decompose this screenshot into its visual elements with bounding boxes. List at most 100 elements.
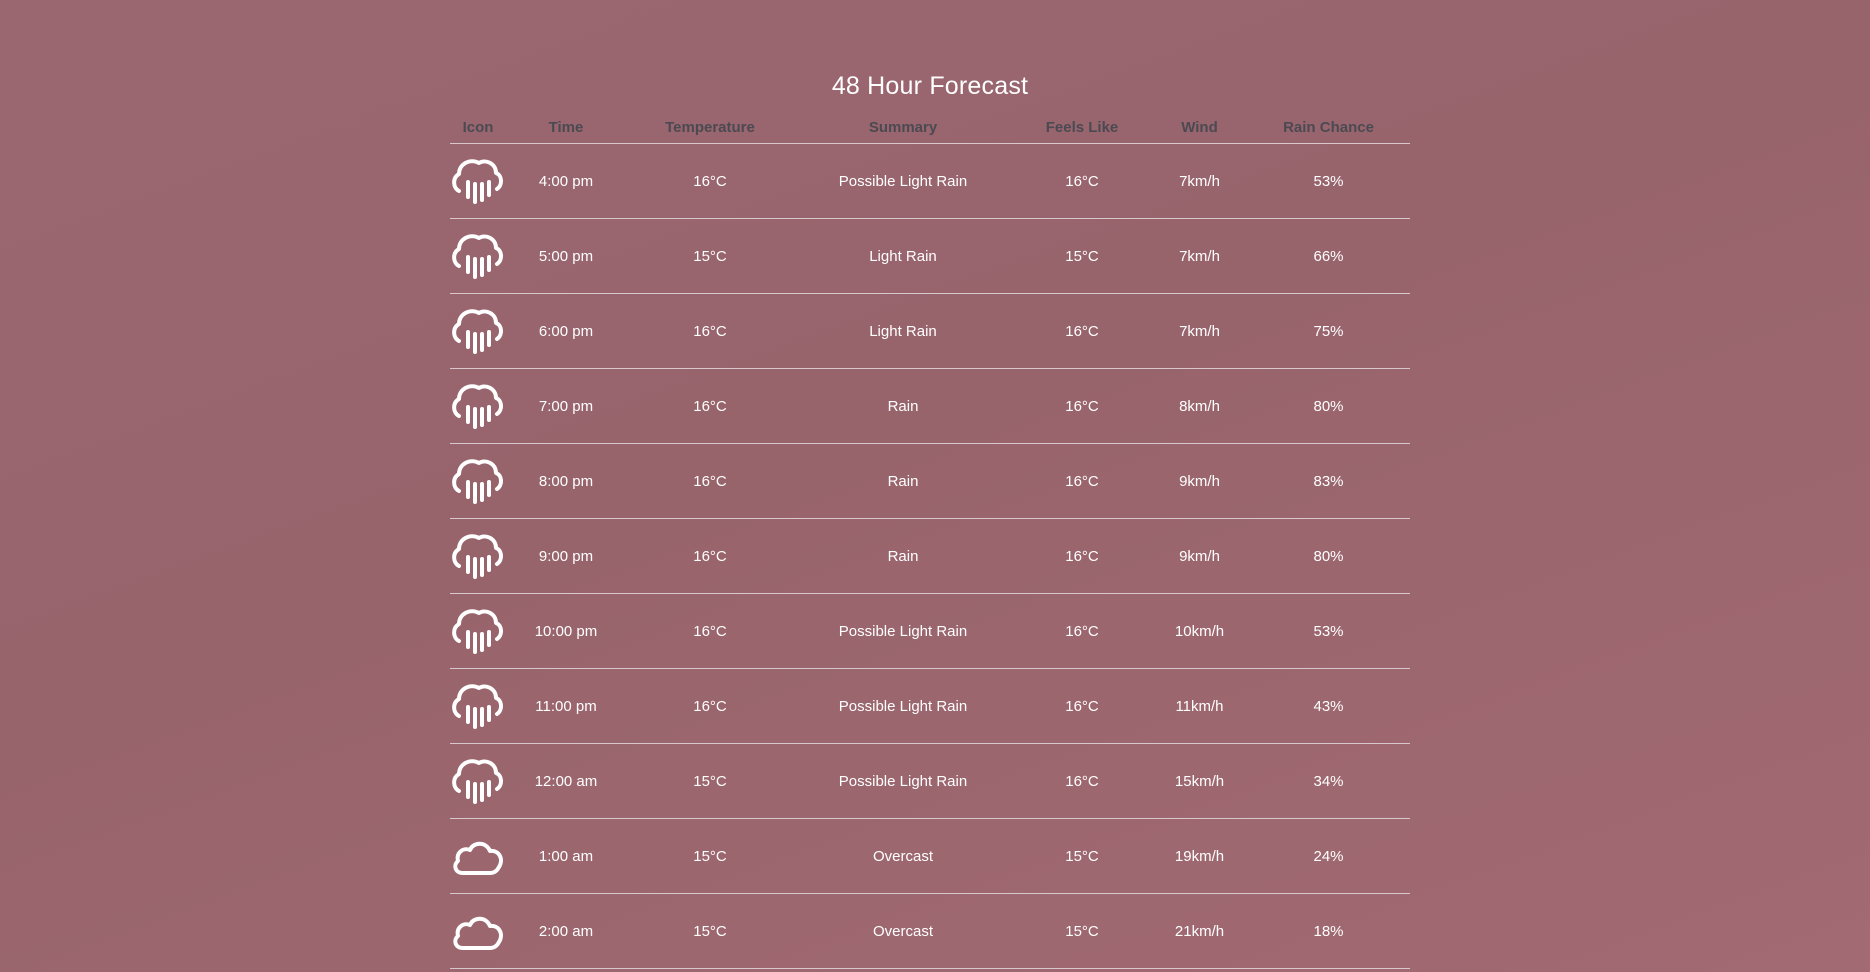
cell-wind: 19km/h: [1152, 818, 1247, 894]
cell-temperature: 16°C: [626, 593, 794, 669]
cell-summary: Overcast: [794, 818, 1012, 894]
table-row: 7:00 pm 16°C Rain 16°C 8km/h 80%: [450, 368, 1410, 444]
rain-icon: [450, 679, 506, 733]
table-row: 9:00 pm 16°C Rain 16°C 9km/h 80%: [450, 518, 1410, 594]
cell-summary: Rain: [794, 443, 1012, 519]
cell-time: 6:00 pm: [506, 293, 626, 369]
cell-rain-chance: 43%: [1247, 668, 1410, 744]
cell-wind: 9km/h: [1152, 518, 1247, 594]
cell-feels-like: 16°C: [1012, 368, 1152, 444]
table-row: 12:00 am 15°C Possible Light Rain 16°C 15km/…: [450, 743, 1410, 819]
cell-icon: [450, 668, 506, 744]
cell-feels-like: 15°C: [1012, 218, 1152, 294]
cell-icon: [450, 818, 506, 894]
column-header-time: Time: [506, 111, 626, 144]
cell-wind: 15km/h: [1152, 743, 1247, 819]
table-row: 5:00 pm 15°C Light Rain 15°C 7km/h 66%: [450, 218, 1410, 294]
cloud-icon: [450, 904, 506, 958]
table-row: 10:00 pm 16°C Possible Light Rain 16°C 10km/…: [450, 593, 1410, 669]
cell-feels-like: 16°C: [1012, 143, 1152, 219]
forecast-table: Icon Time Temperature Summary Feels Like…: [450, 111, 1410, 969]
cell-time: 2:00 am: [506, 893, 626, 969]
cell-icon: [450, 743, 506, 819]
cell-wind: 7km/h: [1152, 143, 1247, 219]
table-row: 6:00 pm 16°C Light Rain 16°C 7km/h 75%: [450, 293, 1410, 369]
cell-icon: [450, 218, 506, 294]
table-row: 11:00 pm 16°C Possible Light Rain 16°C 11km/…: [450, 668, 1410, 744]
cell-icon: [450, 893, 506, 969]
cell-icon: [450, 368, 506, 444]
table-row: 8:00 pm 16°C Rain 16°C 9km/h 83%: [450, 443, 1410, 519]
cell-summary: Possible Light Rain: [794, 593, 1012, 669]
cell-icon: [450, 143, 506, 219]
table-header-row: Icon Time Temperature Summary Feels Like…: [450, 111, 1410, 144]
cell-temperature: 16°C: [626, 143, 794, 219]
cell-temperature: 16°C: [626, 368, 794, 444]
cell-time: 9:00 pm: [506, 518, 626, 594]
cell-rain-chance: 66%: [1247, 218, 1410, 294]
cell-wind: 21km/h: [1152, 893, 1247, 969]
column-header-rain-chance: Rain Chance: [1247, 111, 1410, 144]
cell-rain-chance: 80%: [1247, 518, 1410, 594]
cell-time: 8:00 pm: [506, 443, 626, 519]
cell-feels-like: 16°C: [1012, 293, 1152, 369]
cell-time: 10:00 pm: [506, 593, 626, 669]
table-row: 4:00 pm 16°C Possible Light Rain 16°C 7km/h 5…: [450, 143, 1410, 219]
table-row: 1:00 am 15°C Overcast 15°C 19km/h 24%: [450, 818, 1410, 894]
cell-rain-chance: 83%: [1247, 443, 1410, 519]
cell-time: 5:00 pm: [506, 218, 626, 294]
table-row: 2:00 am 15°C Overcast 15°C 21km/h 18%: [450, 893, 1410, 969]
rain-icon: [450, 754, 506, 808]
cell-feels-like: 15°C: [1012, 893, 1152, 969]
cell-temperature: 15°C: [626, 818, 794, 894]
cell-feels-like: 16°C: [1012, 668, 1152, 744]
cell-icon: [450, 443, 506, 519]
cell-wind: 7km/h: [1152, 293, 1247, 369]
cell-summary: Light Rain: [794, 293, 1012, 369]
cell-rain-chance: 75%: [1247, 293, 1410, 369]
cell-summary: Rain: [794, 368, 1012, 444]
forecast-rows: 4:00 pm 16°C Possible Light Rain 16°C 7km/h 5…: [450, 143, 1410, 969]
cloud-icon: [450, 829, 506, 883]
cell-rain-chance: 34%: [1247, 743, 1410, 819]
column-header-temperature: Temperature: [626, 111, 794, 144]
cell-summary: Possible Light Rain: [794, 668, 1012, 744]
cell-time: 4:00 pm: [506, 143, 626, 219]
rain-icon: [450, 604, 506, 658]
cell-icon: [450, 593, 506, 669]
column-header-summary: Summary: [794, 111, 1012, 144]
cell-rain-chance: 18%: [1247, 893, 1410, 969]
cell-time: 11:00 pm: [506, 668, 626, 744]
cell-summary: Rain: [794, 518, 1012, 594]
cell-temperature: 16°C: [626, 668, 794, 744]
cell-rain-chance: 24%: [1247, 818, 1410, 894]
cell-rain-chance: 80%: [1247, 368, 1410, 444]
rain-icon: [450, 454, 506, 508]
rain-icon: [450, 304, 506, 358]
cell-wind: 8km/h: [1152, 368, 1247, 444]
cell-summary: Possible Light Rain: [794, 743, 1012, 819]
cell-feels-like: 16°C: [1012, 518, 1152, 594]
cell-summary: Light Rain: [794, 218, 1012, 294]
rain-icon: [450, 529, 506, 583]
cell-temperature: 15°C: [626, 218, 794, 294]
cell-icon: [450, 518, 506, 594]
cell-feels-like: 15°C: [1012, 818, 1152, 894]
cell-temperature: 15°C: [626, 743, 794, 819]
rain-icon: [450, 154, 506, 208]
cell-feels-like: 16°C: [1012, 743, 1152, 819]
cell-icon: [450, 293, 506, 369]
cell-time: 1:00 am: [506, 818, 626, 894]
cell-feels-like: 16°C: [1012, 593, 1152, 669]
cell-temperature: 15°C: [626, 893, 794, 969]
column-header-feels-like: Feels Like: [1012, 111, 1152, 144]
cell-wind: 7km/h: [1152, 218, 1247, 294]
cell-time: 7:00 pm: [506, 368, 626, 444]
cell-rain-chance: 53%: [1247, 143, 1410, 219]
cell-summary: Possible Light Rain: [794, 143, 1012, 219]
cell-wind: 9km/h: [1152, 443, 1247, 519]
cell-time: 12:00 am: [506, 743, 626, 819]
cell-rain-chance: 53%: [1247, 593, 1410, 669]
page-title: 48 Hour Forecast: [831, 71, 1029, 100]
cell-temperature: 16°C: [626, 443, 794, 519]
